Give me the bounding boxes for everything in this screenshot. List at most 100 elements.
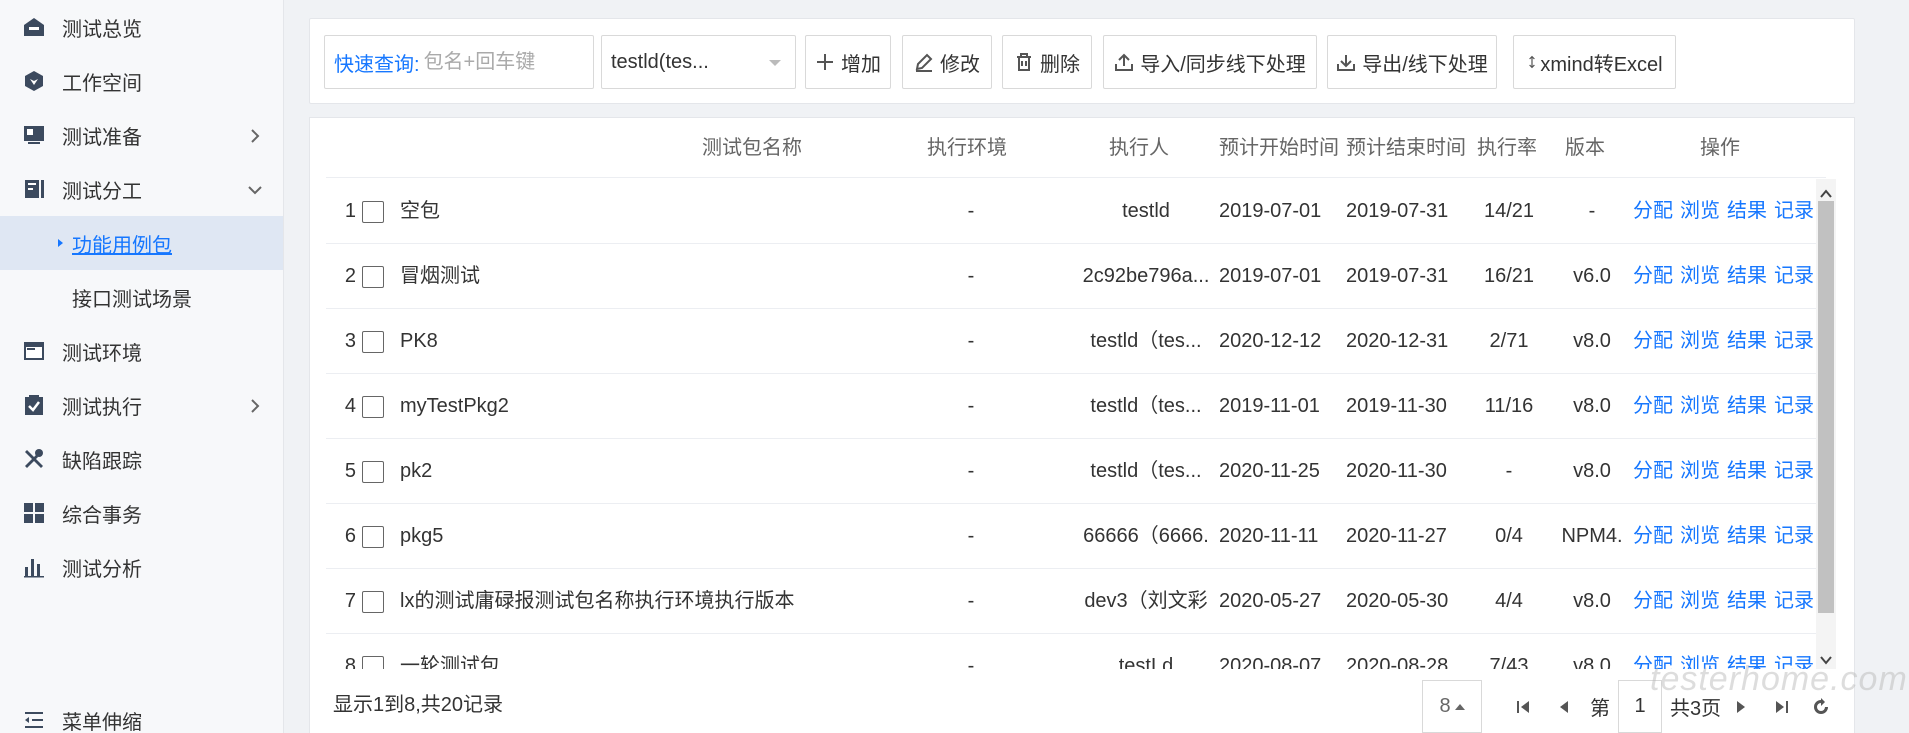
next-page-icon[interactable] xyxy=(1731,697,1751,717)
assign-link[interactable]: 分配 xyxy=(1633,330,1673,352)
header-start-time[interactable]: 预计开始时间 xyxy=(1219,118,1341,178)
package-name-link[interactable]: pk2 xyxy=(400,439,900,503)
assign-link[interactable]: 分配 xyxy=(1633,200,1673,222)
row-checkbox[interactable] xyxy=(362,591,384,613)
table-row: 8 一轮测试包 - testLd 2020-08-07 2020-08-28 7… xyxy=(326,634,1826,669)
sidebar-item-defect-tracking[interactable]: 缺陷跟踪 xyxy=(0,432,283,486)
scroll-up-icon[interactable] xyxy=(1820,183,1832,198)
export-button[interactable]: 导出/线下处理 xyxy=(1327,35,1497,89)
table-header: 测试包名称 执行环境 执行人 预计开始时间 预计结束时间 执行率 版本 操作 xyxy=(326,118,1826,178)
assign-link[interactable]: 分配 xyxy=(1633,265,1673,287)
package-name-link[interactable]: 一轮测试包 xyxy=(400,634,900,669)
header-environment[interactable]: 执行环境 xyxy=(927,118,1017,178)
package-name-link[interactable]: PK8 xyxy=(400,309,900,373)
package-name-link[interactable]: pkg5 xyxy=(400,504,900,568)
record-link[interactable]: 记录 xyxy=(1774,395,1814,417)
table-row: 2 冒烟测试 - 2c92be796a... 2019-07-01 2019-0… xyxy=(326,244,1826,309)
row-checkbox[interactable] xyxy=(362,266,384,288)
result-link[interactable]: 结果 xyxy=(1727,265,1767,287)
browse-link[interactable]: 浏览 xyxy=(1680,200,1720,222)
sidebar-subitem-api-scenarios[interactable]: 接口测试场景 xyxy=(0,270,283,324)
prev-page-icon[interactable] xyxy=(1554,697,1574,717)
row-checkbox[interactable] xyxy=(362,461,384,483)
record-link[interactable]: 记录 xyxy=(1774,590,1814,612)
sidebar-item-workspace[interactable]: 工作空间 xyxy=(0,54,283,108)
result-link[interactable]: 结果 xyxy=(1727,330,1767,352)
sidebar-item-test-analysis[interactable]: 测试分析 xyxy=(0,540,283,594)
end-time-cell: 2020-11-27 xyxy=(1346,525,1447,547)
browse-link[interactable]: 浏览 xyxy=(1680,460,1720,482)
menu-toggle-label: 菜单伸缩 xyxy=(62,711,142,733)
browse-link[interactable]: 浏览 xyxy=(1680,265,1720,287)
result-link[interactable]: 结果 xyxy=(1727,395,1767,417)
package-name-link[interactable]: 冒烟测试 xyxy=(400,244,900,308)
header-version[interactable]: 版本 xyxy=(1565,118,1615,178)
actions-cell: 分配 浏览 结果 记录 xyxy=(1633,179,1826,243)
header-end-time[interactable]: 预计结束时间 xyxy=(1346,118,1468,178)
row-checkbox[interactable] xyxy=(362,656,384,669)
record-link[interactable]: 记录 xyxy=(1774,265,1814,287)
first-page-icon[interactable] xyxy=(1514,697,1534,717)
record-link[interactable]: 记录 xyxy=(1774,460,1814,482)
watermark: testerhome.com xyxy=(1650,660,1908,698)
sidebar-item-label: 测试执行 xyxy=(62,396,142,419)
row-checkbox[interactable] xyxy=(362,396,384,418)
result-link[interactable]: 结果 xyxy=(1727,200,1767,222)
browse-link[interactable]: 浏览 xyxy=(1680,525,1720,547)
sidebar-item-general-affairs[interactable]: 综合事务 xyxy=(0,486,283,540)
assign-link[interactable]: 分配 xyxy=(1633,525,1673,547)
exec-rate-cell: - xyxy=(1505,460,1513,482)
package-name-link[interactable]: lx的测试庸碌报测试包名称执行环境执行版本 xyxy=(400,569,920,633)
cube-icon xyxy=(22,69,46,93)
sidebar-item-test-env[interactable]: 测试环境 xyxy=(0,324,283,378)
result-link[interactable]: 结果 xyxy=(1727,590,1767,612)
result-link[interactable]: 结果 xyxy=(1727,525,1767,547)
row-checkbox[interactable] xyxy=(362,201,384,223)
package-name-link[interactable]: myTestPkg2 xyxy=(400,374,900,438)
header-package-name[interactable]: 测试包名称 xyxy=(602,118,902,178)
sidebar-item-test-prep[interactable]: 测试准备 xyxy=(0,108,283,162)
page-size-select[interactable]: 8 xyxy=(1422,680,1482,733)
version-cell: v8.0 xyxy=(1573,460,1611,482)
sidebar-item-overview[interactable]: 测试总览 xyxy=(0,0,283,54)
upload-icon xyxy=(1115,53,1134,71)
import-button[interactable]: 导入/同步线下处理 xyxy=(1103,35,1317,89)
sidebar-item-test-exec[interactable]: 测试执行 xyxy=(0,378,283,432)
header-executor[interactable]: 执行人 xyxy=(1109,118,1189,178)
refresh-icon[interactable] xyxy=(1811,697,1831,717)
last-page-icon[interactable] xyxy=(1771,697,1791,717)
browse-link[interactable]: 浏览 xyxy=(1680,590,1720,612)
record-link[interactable]: 记录 xyxy=(1774,330,1814,352)
menu-toggle-button[interactable]: 菜单伸缩 xyxy=(0,693,284,733)
header-exec-rate[interactable]: 执行率 xyxy=(1477,118,1547,178)
sidebar-item-test-division[interactable]: 测试分工 xyxy=(0,162,283,216)
start-time-cell: 2019-07-01 xyxy=(1219,200,1322,222)
assign-link[interactable]: 分配 xyxy=(1633,590,1673,612)
edit-button[interactable]: 修改 xyxy=(902,35,992,89)
version-cell: - xyxy=(1588,200,1596,222)
record-link[interactable]: 记录 xyxy=(1774,200,1814,222)
table-scrollbar[interactable] xyxy=(1816,179,1836,669)
scrollbar-thumb[interactable] xyxy=(1818,201,1834,613)
quick-search-input[interactable] xyxy=(423,50,574,74)
add-button[interactable]: 增加 xyxy=(805,35,891,89)
row-checkbox[interactable] xyxy=(362,331,384,353)
result-link[interactable]: 结果 xyxy=(1727,460,1767,482)
sidebar-subitem-functional-packages[interactable]: 功能用例包 xyxy=(0,216,283,270)
package-name-link[interactable]: 空包 xyxy=(400,179,900,243)
table-row: 5 pk2 - testld（tes... 2020-11-25 2020-11… xyxy=(326,439,1826,504)
window-icon xyxy=(22,339,46,363)
grid-icon xyxy=(22,501,46,525)
browse-link[interactable]: 浏览 xyxy=(1680,395,1720,417)
executor-select[interactable]: testld(tes... xyxy=(601,35,796,89)
delete-button[interactable]: 删除 xyxy=(1002,35,1092,89)
executor-cell: testLd xyxy=(1118,655,1174,669)
xmind-to-excel-button[interactable]: xmind转Excel xyxy=(1513,35,1676,89)
caret-up-icon xyxy=(1454,703,1465,710)
assign-link[interactable]: 分配 xyxy=(1633,460,1673,482)
row-checkbox[interactable] xyxy=(362,526,384,548)
record-link[interactable]: 记录 xyxy=(1774,525,1814,547)
assign-link[interactable]: 分配 xyxy=(1633,395,1673,417)
executor-cell: testld（tes... xyxy=(1090,330,1202,352)
browse-link[interactable]: 浏览 xyxy=(1680,330,1720,352)
